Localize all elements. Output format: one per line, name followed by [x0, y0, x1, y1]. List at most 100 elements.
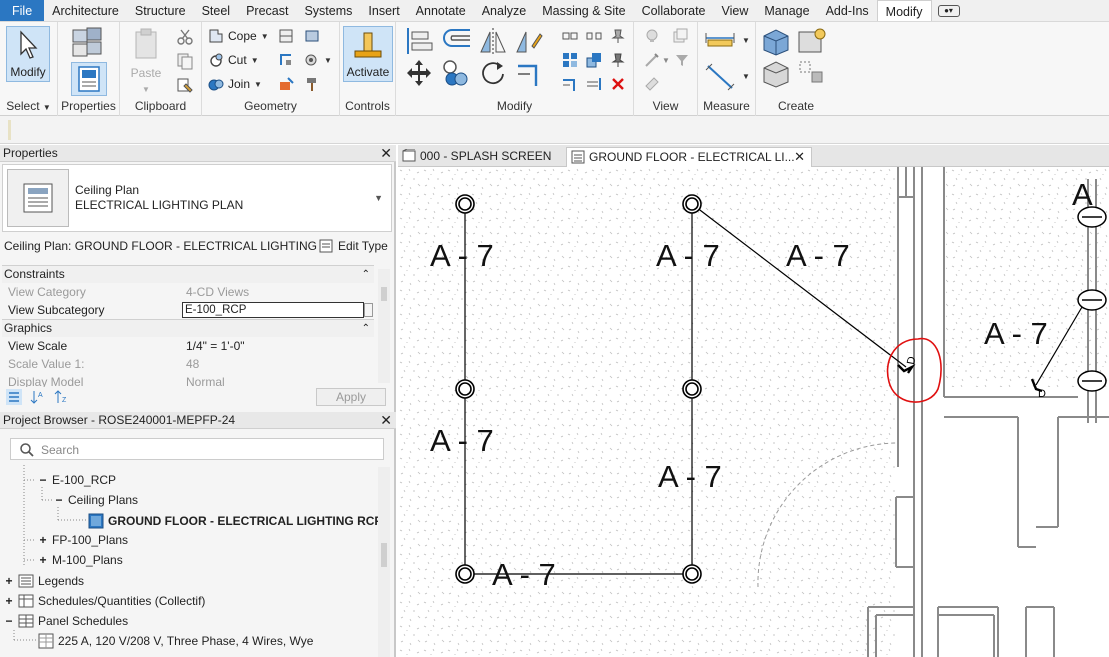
paste-button[interactable]: Paste ▼	[124, 26, 168, 94]
tab-manage[interactable]: Manage	[756, 0, 817, 21]
tab-modify[interactable]: Modify	[876, 0, 932, 21]
modify-button[interactable]: Modify	[6, 26, 50, 82]
tab-file[interactable]: File	[0, 0, 45, 21]
aligned-dimension-icon[interactable]	[704, 60, 736, 92]
tab-ground-floor-electrical[interactable]: GROUND FLOOR - ELECTRICAL LI... ✕	[566, 147, 812, 167]
group-constraints[interactable]: Constraints ⌃	[2, 265, 374, 283]
type-selector[interactable]: Ceiling Plan ELECTRICAL LIGHTING PLAN ▼	[2, 164, 392, 232]
tree-item-e100-rcp[interactable]: − E-100_RCP	[38, 473, 116, 487]
match-properties-icon[interactable]	[176, 76, 194, 94]
delete-icon[interactable]	[610, 76, 626, 92]
tab-insert[interactable]: Insert	[360, 0, 407, 21]
rotate-icon[interactable]	[478, 58, 508, 88]
tree-item-ground-floor-rcp[interactable]: GROUND FLOOR - ELECTRICAL LIGHTING RCP	[88, 513, 382, 529]
group-graphics[interactable]: Graphics ⌃	[2, 319, 374, 337]
split-element-icon[interactable]	[562, 28, 578, 44]
align-icon[interactable]	[404, 26, 434, 56]
view-subcategory-field[interactable]: E-100_RCP	[182, 302, 364, 318]
light-fixture[interactable]	[682, 194, 702, 214]
paint-icon[interactable]	[304, 52, 320, 68]
tab-add-ins[interactable]: Add-Ins	[818, 0, 877, 21]
demolish-icon[interactable]	[278, 76, 294, 92]
copy-icon[interactable]	[176, 52, 194, 70]
activate-button[interactable]: Activate	[343, 26, 393, 82]
tab-structure[interactable]: Structure	[127, 0, 194, 21]
tree-item-panel-schedules[interactable]: − Panel Schedules	[4, 613, 128, 629]
close-icon[interactable]: ✕	[794, 148, 805, 166]
mirror-pick-axis-icon[interactable]	[478, 26, 508, 56]
close-icon[interactable]: ✕	[380, 145, 392, 161]
tab-architecture[interactable]: Architecture	[44, 0, 127, 21]
tab-splash-screen[interactable]: 000 - SPLASH SCREEN	[398, 147, 560, 167]
join-button[interactable]: Join ▼	[208, 76, 262, 92]
browser-search-input[interactable]: Search	[10, 438, 384, 460]
panel-select-label[interactable]: Select ▼	[0, 99, 57, 113]
split-face-icon[interactable]	[304, 28, 320, 44]
circuit-tag[interactable]: A - 7	[658, 459, 722, 494]
type-properties-icon[interactable]	[71, 26, 107, 60]
circuit-tag[interactable]: A - 7	[984, 316, 1048, 351]
tree-item-fp100-plans[interactable]: + FP-100_Plans	[38, 533, 128, 547]
light-fixture[interactable]	[455, 564, 475, 584]
cut-geometry-button[interactable]: Cut ▼	[208, 52, 259, 68]
ribbon-minimize-toggle[interactable]: ●▾	[937, 0, 960, 21]
instance-selector[interactable]: Ceiling Plan: GROUND FLOOR - ELECTRICAL …	[4, 239, 328, 253]
properties-button[interactable]	[71, 62, 107, 96]
wall-joins-icon[interactable]	[278, 28, 294, 44]
trim-extend-icon[interactable]	[514, 58, 544, 88]
tab-analyze[interactable]: Analyze	[474, 0, 534, 21]
close-icon[interactable]: ✕	[380, 412, 392, 428]
apply-button[interactable]: Apply	[316, 388, 386, 406]
tab-collaborate[interactable]: Collaborate	[634, 0, 714, 21]
move-icon[interactable]	[404, 58, 434, 88]
tree-item-panel-225a[interactable]: 225 A, 120 V/208 V, Three Phase, 4 Wires…	[38, 633, 313, 649]
tab-systems[interactable]: Systems	[296, 0, 360, 21]
tab-annotate[interactable]: Annotate	[408, 0, 474, 21]
tree-item-m100-plans[interactable]: + M-100_Plans	[38, 553, 122, 567]
tree-item-legends[interactable]: + Legends	[4, 573, 84, 589]
light-fixture[interactable]	[682, 564, 702, 584]
tab-view[interactable]: View	[714, 0, 757, 21]
cut-scissors-icon[interactable]	[176, 28, 194, 46]
light-fixture[interactable]	[455, 379, 475, 399]
create-assembly-icon[interactable]	[760, 26, 792, 56]
hammer-icon[interactable]	[304, 76, 320, 92]
circuit-tag-partial[interactable]: A	[1072, 177, 1093, 212]
drawing-canvas[interactable]: A - 7 A - 7 A - 7 A - 7 A - 7 A - 7 A - …	[398, 167, 1109, 657]
create-group-icon[interactable]	[760, 58, 792, 88]
light-fixture[interactable]	[682, 379, 702, 399]
circuit-tag[interactable]: A - 7	[430, 423, 494, 458]
pin-icon[interactable]	[610, 52, 626, 68]
beam-column-joins-icon[interactable]	[278, 52, 294, 68]
array-icon[interactable]	[562, 52, 578, 68]
trim-multiple-icon[interactable]	[562, 76, 578, 92]
unpin-icon[interactable]	[610, 28, 626, 44]
tree-item-schedules[interactable]: + Schedules/Quantities (Collectif)	[4, 593, 205, 609]
scale-icon[interactable]	[586, 52, 602, 68]
split-gap-icon[interactable]	[586, 28, 602, 44]
circuit-tag[interactable]: A - 7	[430, 238, 494, 273]
hide-element-icon[interactable]	[644, 28, 660, 44]
field-browse-button[interactable]	[364, 303, 373, 317]
create-parts-icon[interactable]	[796, 26, 828, 56]
tab-massing-site[interactable]: Massing & Site	[534, 0, 633, 21]
edit-type-button[interactable]: Edit Type	[318, 238, 388, 254]
scrollbar-thumb[interactable]	[381, 543, 387, 567]
override-graphics-icon[interactable]	[672, 28, 688, 44]
circuit-tag[interactable]: A - 7	[492, 557, 556, 592]
circuit-tag[interactable]: A - 7	[786, 238, 850, 273]
cope-button[interactable]: Cope ▼	[208, 28, 269, 44]
mirror-draw-axis-icon[interactable]	[514, 26, 544, 56]
linework-icon[interactable]	[644, 52, 660, 68]
device-switch-selected[interactable]: D	[897, 356, 918, 374]
tab-precast[interactable]: Precast	[238, 0, 296, 21]
tab-steel[interactable]: Steel	[194, 0, 239, 21]
light-fixture[interactable]	[455, 194, 475, 214]
create-similar-icon[interactable]	[796, 58, 828, 88]
offset-icon[interactable]	[440, 26, 474, 56]
copy-element-icon[interactable]	[440, 58, 470, 88]
filter-view-icon[interactable]	[674, 52, 690, 68]
measure-between-icon[interactable]	[704, 30, 736, 48]
temporary-hide-icon[interactable]	[644, 76, 660, 92]
properties-scrollbar[interactable]	[378, 269, 390, 383]
